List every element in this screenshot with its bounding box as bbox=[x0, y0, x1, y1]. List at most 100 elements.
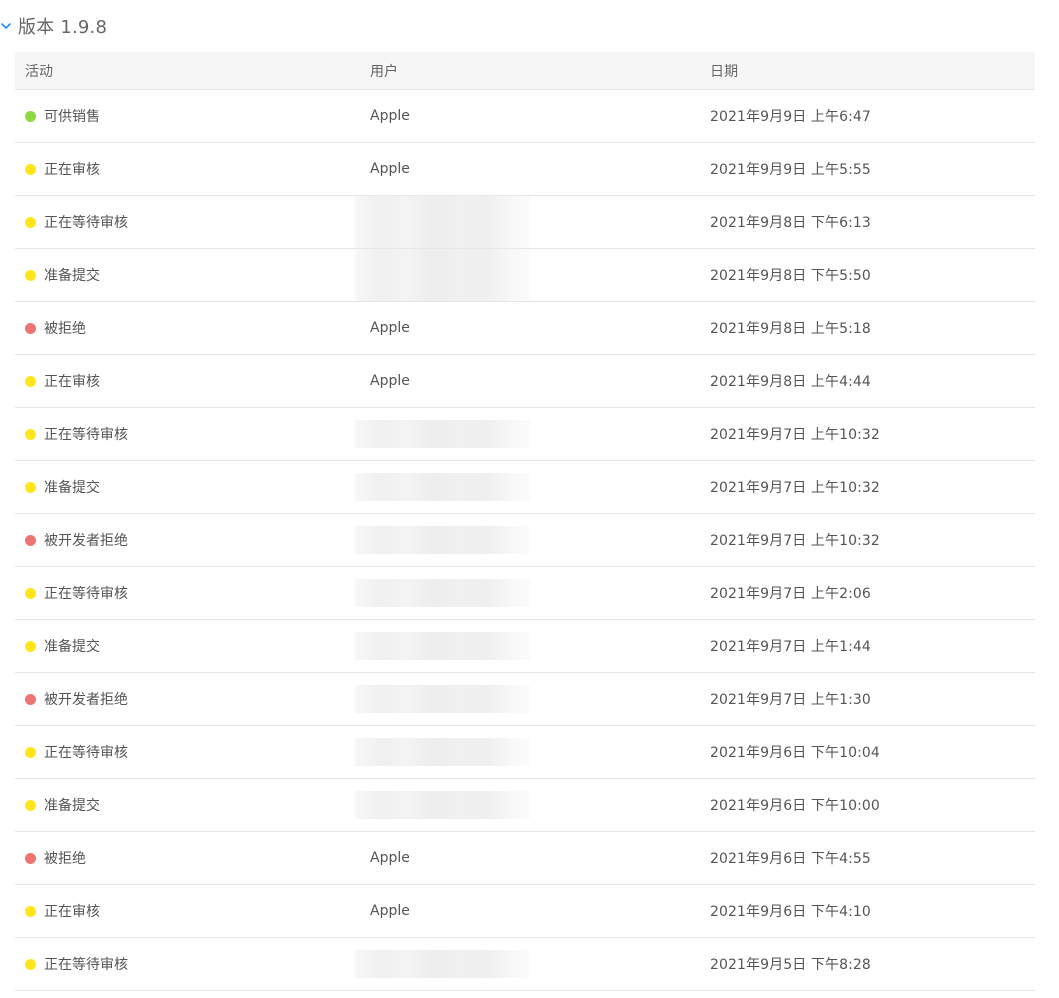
activity-cell: 被拒绝 bbox=[15, 318, 360, 338]
user-cell: Apple bbox=[360, 90, 700, 142]
status-dot-icon bbox=[25, 163, 36, 175]
user-cell bbox=[355, 779, 700, 831]
user-cell: Apple bbox=[360, 885, 700, 937]
version-toggle[interactable]: 版本 1.9.8 bbox=[0, 10, 107, 42]
activity-label: 正在等待审核 bbox=[44, 427, 128, 443]
chevron-down-icon bbox=[1, 23, 11, 29]
activity-cell: 被拒绝 bbox=[15, 848, 360, 868]
activity-cell: 正在等待审核 bbox=[15, 742, 360, 762]
activity-label: 正在等待审核 bbox=[44, 215, 128, 231]
table-row: 准备提交 2021年9月7日 上午10:32 bbox=[15, 461, 1035, 514]
activity-cell: 准备提交 bbox=[15, 477, 360, 497]
redacted-user-block bbox=[355, 196, 530, 248]
status-dot-icon bbox=[25, 375, 36, 387]
status-dot-icon bbox=[25, 693, 36, 705]
header-date: 日期 bbox=[710, 63, 739, 80]
table-row: 被拒绝 Apple 2021年9月6日 下午4:55 bbox=[15, 832, 1035, 885]
redacted-user-block bbox=[355, 738, 530, 766]
activity-cell: 正在等待审核 bbox=[15, 954, 360, 974]
activity-label: 正在等待审核 bbox=[44, 957, 128, 973]
table-row: 准备提交 2021年9月8日 下午5:50 bbox=[15, 249, 1035, 302]
activity-cell: 可供销售 bbox=[15, 106, 360, 126]
activity-label: 正在审核 bbox=[44, 162, 100, 178]
activity-table: 活动 用户 日期 可供销售 Apple 2021年9月9日 上午6:47 正在审核 Ap… bbox=[15, 52, 1035, 991]
date-cell: 2021年9月7日 上午1:30 bbox=[710, 692, 871, 708]
table-body: 可供销售 Apple 2021年9月9日 上午6:47 正在审核 Apple 2021年9… bbox=[15, 90, 1035, 991]
activity-label: 被拒绝 bbox=[44, 851, 86, 867]
date-cell: 2021年9月8日 下午5:50 bbox=[710, 268, 871, 284]
redacted-user-block bbox=[355, 526, 530, 554]
user-cell bbox=[355, 196, 700, 248]
user-cell bbox=[355, 673, 700, 725]
status-dot-icon bbox=[25, 799, 36, 811]
redacted-user-block bbox=[355, 420, 530, 448]
activity-label: 正在审核 bbox=[44, 374, 100, 390]
user-cell: Apple bbox=[360, 832, 700, 884]
status-dot-icon bbox=[25, 110, 36, 122]
status-dot-icon bbox=[25, 746, 36, 758]
user-cell bbox=[355, 567, 700, 619]
status-dot-icon bbox=[25, 958, 36, 970]
activity-label: 可供销售 bbox=[44, 109, 100, 125]
activity-cell: 准备提交 bbox=[15, 795, 360, 815]
redacted-user-block bbox=[355, 473, 530, 501]
user-cell bbox=[355, 249, 700, 301]
activity-label: 被开发者拒绝 bbox=[44, 692, 128, 708]
redacted-user-block bbox=[355, 632, 530, 660]
table-row: 被开发者拒绝 2021年9月7日 上午1:30 bbox=[15, 673, 1035, 726]
date-cell: 2021年9月9日 上午5:55 bbox=[710, 162, 871, 178]
date-cell: 2021年9月8日 下午6:13 bbox=[710, 215, 871, 231]
activity-cell: 正在审核 bbox=[15, 371, 360, 391]
date-cell: 2021年9月8日 上午4:44 bbox=[710, 374, 871, 390]
activity-label: 正在审核 bbox=[44, 904, 100, 920]
table-row: 正在等待审核 2021年9月7日 上午2:06 bbox=[15, 567, 1035, 620]
status-dot-icon bbox=[25, 852, 36, 864]
table-row: 正在等待审核 2021年9月5日 下午8:28 bbox=[15, 938, 1035, 991]
table-row: 被开发者拒绝 2021年9月7日 上午10:32 bbox=[15, 514, 1035, 567]
table-row: 被拒绝 Apple 2021年9月8日 上午5:18 bbox=[15, 302, 1035, 355]
redacted-user-block bbox=[355, 685, 530, 713]
date-cell: 2021年9月7日 上午10:32 bbox=[710, 533, 880, 549]
status-dot-icon bbox=[25, 428, 36, 440]
status-dot-icon bbox=[25, 640, 36, 652]
table-row: 准备提交 2021年9月6日 下午10:00 bbox=[15, 779, 1035, 832]
activity-cell: 正在等待审核 bbox=[15, 212, 360, 232]
table-row: 可供销售 Apple 2021年9月9日 上午6:47 bbox=[15, 90, 1035, 143]
user-name: Apple bbox=[370, 320, 410, 336]
date-cell: 2021年9月9日 上午6:47 bbox=[710, 109, 871, 125]
user-name: Apple bbox=[370, 373, 410, 389]
status-dot-icon bbox=[25, 216, 36, 228]
activity-cell: 正在等待审核 bbox=[15, 583, 360, 603]
activity-label: 被开发者拒绝 bbox=[44, 533, 128, 549]
table-row: 正在等待审核 2021年9月8日 下午6:13 bbox=[15, 196, 1035, 249]
activity-label: 准备提交 bbox=[44, 480, 100, 496]
version-title: 版本 1.9.8 bbox=[18, 17, 108, 38]
user-cell bbox=[355, 514, 700, 566]
redacted-user-block bbox=[355, 950, 530, 978]
activity-cell: 准备提交 bbox=[15, 265, 360, 285]
table-row: 正在审核 Apple 2021年9月9日 上午5:55 bbox=[15, 143, 1035, 196]
user-name: Apple bbox=[370, 850, 410, 866]
status-dot-icon bbox=[25, 587, 36, 599]
user-cell bbox=[355, 938, 700, 990]
activity-cell: 被开发者拒绝 bbox=[15, 530, 360, 550]
user-name: Apple bbox=[370, 903, 410, 919]
user-name: Apple bbox=[370, 108, 410, 124]
date-cell: 2021年9月7日 上午2:06 bbox=[710, 586, 871, 602]
table-row: 正在等待审核 2021年9月7日 上午10:32 bbox=[15, 408, 1035, 461]
activity-cell: 正在审核 bbox=[15, 159, 360, 179]
status-dot-icon bbox=[25, 269, 36, 281]
activity-label: 被拒绝 bbox=[44, 321, 86, 337]
header-activity: 活动 bbox=[25, 63, 53, 80]
activity-cell: 正在等待审核 bbox=[15, 424, 360, 444]
status-dot-icon bbox=[25, 905, 36, 917]
user-cell bbox=[355, 620, 700, 672]
redacted-user-block bbox=[355, 791, 530, 819]
activity-cell: 准备提交 bbox=[15, 636, 360, 656]
user-cell: Apple bbox=[360, 302, 700, 354]
date-cell: 2021年9月7日 上午1:44 bbox=[710, 639, 871, 655]
table-header: 活动 用户 日期 bbox=[15, 52, 1035, 90]
user-cell: Apple bbox=[360, 143, 700, 195]
status-dot-icon bbox=[25, 534, 36, 546]
activity-cell: 正在审核 bbox=[15, 901, 360, 921]
